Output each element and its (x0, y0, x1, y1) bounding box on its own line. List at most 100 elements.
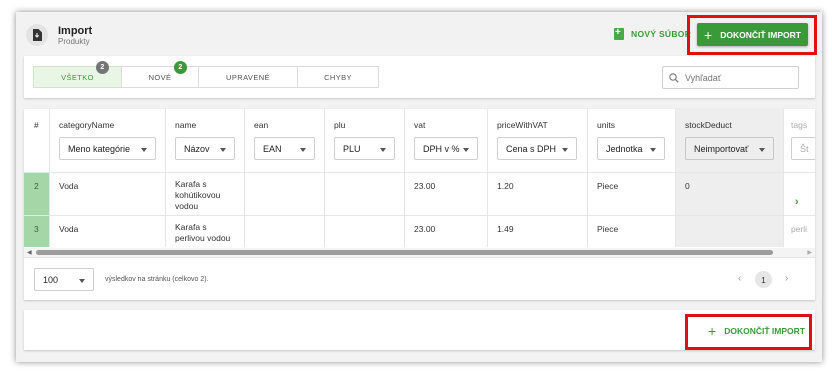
column-divider (487, 109, 488, 247)
column-divider (165, 109, 166, 247)
column-header-ean: ean (254, 120, 269, 130)
cell-vat: 23.00 (414, 224, 436, 234)
cell-categoryname: Voda (59, 224, 79, 234)
tab-new[interactable]: NOVÉ 2 (121, 61, 199, 88)
row-number: 3 (34, 224, 39, 234)
column-mapping-select-units[interactable]: Jednotka (597, 137, 665, 160)
dropdown-caret-icon (380, 148, 386, 152)
import-page: Import Produkty NOVÝ SÚBOR + DOKONČIŤ IM… (16, 12, 822, 362)
column-header-number: # (34, 120, 39, 130)
rows-per-page-select[interactable]: 100 (34, 268, 94, 291)
pagination-bar: 100 výsledkov na stránku (celkovo 2). ‹ … (24, 257, 815, 300)
column-divider (675, 109, 676, 247)
select-value: Št (800, 143, 809, 154)
search-input[interactable] (685, 72, 785, 83)
cell-name: Karafa s kohútikovou vodou (175, 179, 221, 211)
search-box[interactable] (662, 66, 799, 89)
row-number: 2 (34, 181, 39, 191)
row-divider (24, 172, 815, 173)
import-table: # categoryName name ean plu vat priceWit… (24, 109, 815, 257)
tab-errors[interactable]: CHYBY (297, 66, 379, 88)
dropdown-caret-icon (562, 148, 568, 152)
cell-pricewithvat: 1.49 (497, 224, 514, 234)
scroll-left-arrow-icon[interactable]: ◀ (27, 249, 32, 256)
column-header-name: name (175, 120, 197, 130)
select-value: Neimportovať (694, 143, 749, 154)
cell-categoryname: Voda (59, 181, 79, 191)
tab-new-label: NOVÉ (148, 72, 172, 82)
horizontal-scrollbar[interactable]: ◀ ▶ (24, 248, 815, 257)
add-file-icon (614, 27, 624, 40)
select-value: Cena s DPH (506, 143, 557, 154)
page-number-button[interactable]: 1 (755, 271, 772, 288)
tab-new-count-badge: 2 (174, 61, 187, 74)
column-divider (244, 109, 245, 247)
column-divider (404, 109, 405, 247)
select-value: DPH v % (423, 143, 460, 154)
dropdown-caret-icon (759, 148, 765, 152)
column-header-categoryname: categoryName (59, 120, 115, 130)
new-file-label: NOVÝ SÚBOR (631, 29, 692, 39)
tab-all-count-badge: 2 (96, 61, 109, 74)
rows-per-page-value: 100 (43, 274, 59, 285)
tab-all[interactable]: VŠETKO 2 (33, 61, 122, 88)
column-divider (49, 109, 50, 247)
column-mapping-select-tags[interactable]: Št (791, 137, 815, 160)
pagination-summary: výsledkov na stránku (celkovo 2). (105, 276, 209, 283)
column-divider (324, 109, 325, 247)
cell-pricewithvat: 1.20 (497, 181, 514, 191)
column-divider (783, 109, 784, 247)
dropdown-caret-icon (650, 148, 656, 152)
column-mapping-select-name[interactable]: Názov (175, 137, 235, 160)
column-mapping-select-categoryname[interactable]: Meno kategórie (59, 137, 156, 160)
column-header-units: units (597, 120, 615, 130)
column-mapping-select-pricewithvat[interactable]: Cena s DPH (497, 137, 577, 160)
scroll-right-chevron-icon[interactable]: › (795, 196, 799, 208)
column-mapping-select-plu[interactable]: PLU (334, 137, 395, 160)
select-value: Názov (184, 143, 210, 154)
import-file-icon (26, 24, 48, 46)
column-mapping-select-stockdeduct[interactable]: Neimportovať (685, 137, 774, 160)
scrollbar-thumb[interactable] (36, 250, 773, 255)
filter-tabs: VŠETKO 2 NOVÉ 2 UPRAVENÉ CHYBY (33, 61, 379, 88)
column-mapping-select-vat[interactable]: DPH v % (414, 137, 478, 160)
select-value: PLU (343, 143, 361, 154)
search-icon (669, 72, 679, 83)
tab-all-label: VŠETKO (61, 72, 94, 82)
highlight-annotation-bottom (685, 314, 812, 350)
row-number-bg (24, 172, 49, 215)
cell-vat: 23.00 (414, 181, 436, 191)
cell-tags: perli (791, 224, 808, 234)
row-divider (24, 215, 815, 216)
page-subtitle: Produkty (58, 37, 90, 46)
tab-modified-label: UPRAVENÉ (226, 72, 270, 82)
import-table-card: # categoryName name ean plu vat priceWit… (24, 109, 815, 300)
cell-name: Karafa s perlivou vodou (175, 222, 231, 243)
tab-errors-label: CHYBY (324, 72, 352, 82)
scroll-right-arrow-icon[interactable]: ▶ (807, 249, 812, 256)
cell-stockdeduct: 0 (685, 181, 690, 191)
column-header-tags: tags (791, 120, 808, 130)
highlight-annotation-top (687, 15, 817, 55)
tab-modified[interactable]: UPRAVENÉ (198, 66, 298, 88)
select-value: Meno kategórie (68, 143, 131, 154)
column-divider (587, 109, 588, 247)
column-header-pricewithvat: priceWithVAT (497, 120, 548, 130)
dropdown-caret-icon (220, 148, 226, 152)
filter-bar: VŠETKO 2 NOVÉ 2 UPRAVENÉ CHYBY (24, 56, 815, 98)
column-header-vat: vat (414, 120, 426, 130)
previous-page-chevron-icon[interactable]: ‹ (738, 273, 741, 284)
cell-units: Piece (597, 224, 619, 234)
column-header-stockdeduct: stockDeduct (685, 120, 732, 130)
dropdown-caret-icon (463, 148, 469, 152)
dropdown-caret-icon (141, 148, 147, 152)
select-value: EAN (263, 143, 282, 154)
dropdown-caret-icon (79, 279, 85, 283)
select-value: Jednotka (606, 143, 643, 154)
column-header-plu: plu (334, 120, 346, 130)
new-file-button[interactable]: NOVÝ SÚBOR (614, 27, 692, 40)
page-title: Import (58, 25, 93, 37)
next-page-chevron-icon[interactable]: › (785, 273, 788, 284)
dropdown-caret-icon (300, 148, 306, 152)
column-mapping-select-ean[interactable]: EAN (254, 137, 315, 160)
